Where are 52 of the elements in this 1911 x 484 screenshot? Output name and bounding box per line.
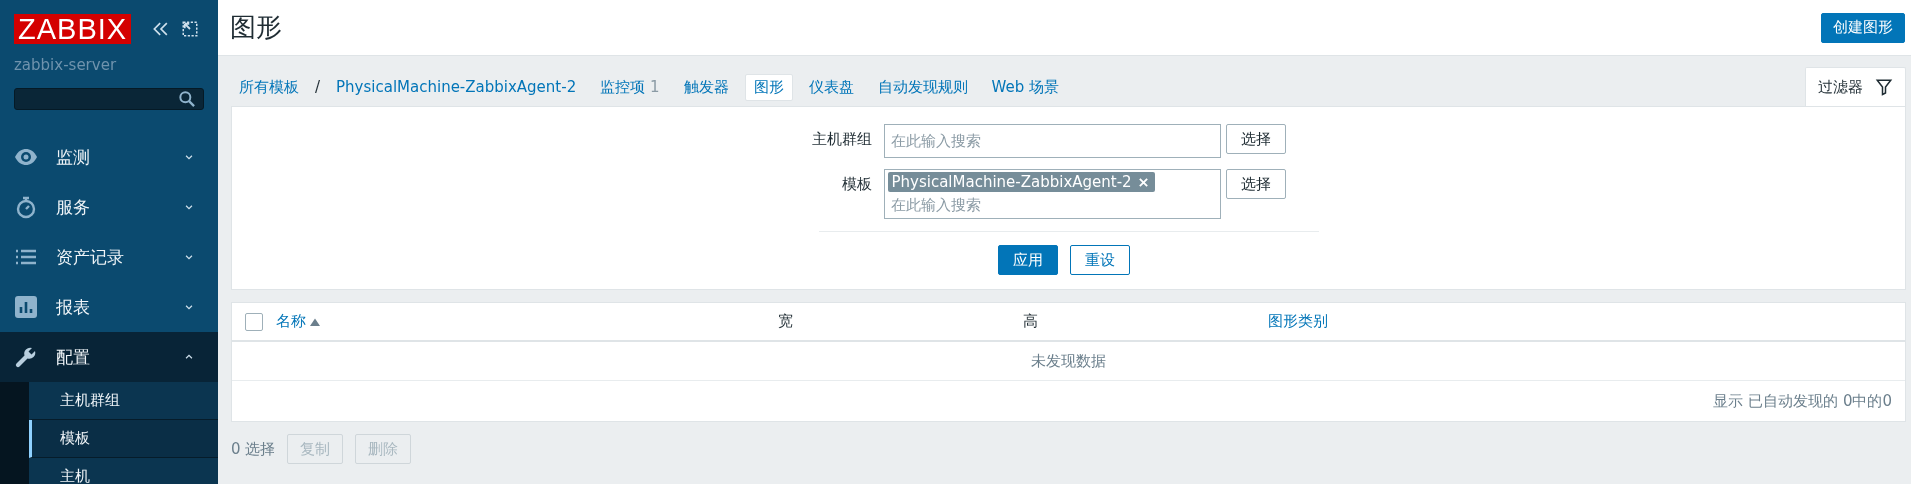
column-header: 高 xyxy=(1023,312,1039,331)
chevron-up-icon xyxy=(184,352,194,362)
apply-button[interactable]: 应用 xyxy=(997,245,1058,275)
submenu-item[interactable]: 主机群组 xyxy=(29,382,218,420)
submenu-item[interactable]: 模板 xyxy=(29,420,218,458)
nav-tab[interactable]: 触发器 xyxy=(675,74,737,100)
tag-chip: PhysicalMachine-ZabbixAgent-2 xyxy=(887,172,1155,192)
submenu-item[interactable]: 主机 xyxy=(29,458,218,484)
multiselect-field[interactable]: 在此输入搜索 xyxy=(883,124,1221,158)
select-all-checkbox[interactable] xyxy=(245,312,263,331)
nav-tab[interactable]: 自动发现规则 xyxy=(869,74,976,100)
column-header[interactable]: 图形类别 xyxy=(1268,312,1905,331)
chevron-down-icon xyxy=(184,202,194,212)
field-label: 主机群组 xyxy=(811,129,873,149)
wrench-icon xyxy=(14,345,38,369)
reset-button[interactable]: 重设 xyxy=(1069,245,1130,275)
menu-item[interactable]: 服务 xyxy=(0,182,218,232)
nav-tab[interactable]: Web 场景 xyxy=(983,74,1067,100)
menu-item[interactable]: 报表 xyxy=(0,282,218,332)
select-button[interactable]: 选择 xyxy=(1225,124,1286,154)
nav-tab[interactable]: 仪表盘 xyxy=(800,74,862,100)
column-header[interactable]: 名称 xyxy=(276,312,778,331)
pagination-info: 显示 已自动发现的 0中的0 xyxy=(1713,391,1892,411)
breadcrumb-link[interactable]: 所有模板 xyxy=(237,74,307,100)
multiselect-field[interactable]: PhysicalMachine-ZabbixAgent-2 在此输入搜索 xyxy=(883,169,1221,219)
column-header: 宽 xyxy=(778,312,794,331)
page-title: 图形 xyxy=(230,11,282,44)
filter-icon xyxy=(1875,78,1893,96)
menu-item[interactable]: 资产记录 xyxy=(0,232,218,282)
filter-tab[interactable]: 过滤器 xyxy=(1805,67,1906,106)
stopwatch-icon xyxy=(14,195,38,219)
zabbix-logo: ZABBIX xyxy=(14,14,132,44)
search-icon xyxy=(177,89,197,109)
chevron-down-icon xyxy=(184,252,194,262)
remove-icon xyxy=(1137,176,1149,188)
expand-icon xyxy=(181,20,200,38)
create-graph-button[interactable]: 创建图形 xyxy=(1821,12,1905,43)
breadcrumb-link[interactable]: PhysicalMachine-ZabbixAgent-2 xyxy=(328,75,585,99)
menu-item[interactable]: 配置 xyxy=(0,332,218,382)
select-button[interactable]: 选择 xyxy=(1225,169,1286,199)
field-label: 模板 xyxy=(840,174,873,194)
menu-item[interactable]: 监测 xyxy=(0,132,218,182)
selected-count: 0 选择 xyxy=(231,439,276,459)
chevron-down-icon xyxy=(184,152,194,162)
empty-message: 未发现数据 xyxy=(1031,351,1106,371)
chevron-down-icon xyxy=(184,302,194,312)
nav-tab[interactable]: 图形 xyxy=(744,73,793,101)
search-field[interactable] xyxy=(14,88,204,110)
breadcrumb-separator: / xyxy=(315,78,321,96)
bar-chart-icon xyxy=(14,295,38,319)
server-name: zabbix-server xyxy=(14,56,118,74)
nav-tab[interactable]: 监控项 1 xyxy=(592,74,668,100)
